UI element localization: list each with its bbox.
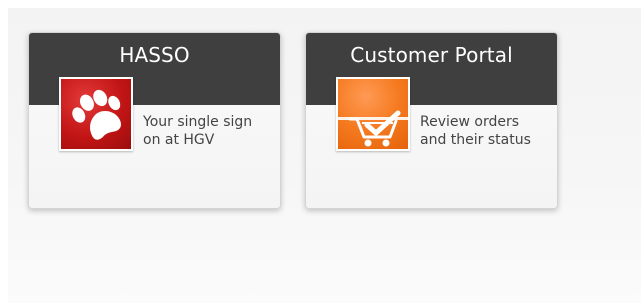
description-line-1: Review orders — [420, 114, 520, 130]
paw-icon — [59, 77, 133, 151]
description-line-2: on at HGV — [143, 132, 215, 148]
tile-hasso[interactable]: HASSO Your single sign on at HGV — [28, 32, 281, 209]
description-line-1: Your single sign — [143, 114, 253, 130]
tile-title: Customer Portal — [350, 43, 513, 67]
description-line-2: and their status — [420, 132, 531, 148]
tile-description: Review orders and their status — [420, 113, 550, 149]
tile-description: Your single sign on at HGV — [143, 113, 273, 149]
tile-customer-portal[interactable]: Customer Portal Review orders and their … — [305, 32, 558, 209]
shopping-cart-icon — [336, 77, 410, 151]
tile-title: HASSO — [119, 43, 190, 67]
